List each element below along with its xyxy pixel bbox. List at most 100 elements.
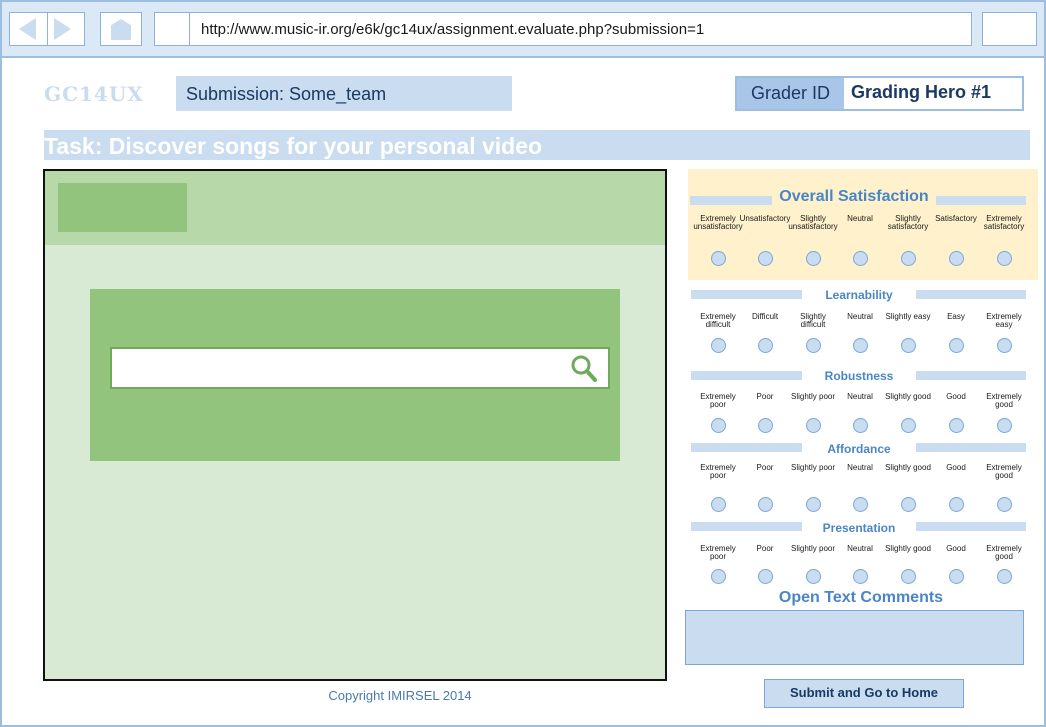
rating-radio[interactable] xyxy=(901,569,916,584)
rating-radio[interactable] xyxy=(997,569,1012,584)
rating-radio[interactable] xyxy=(901,497,916,512)
submission-title: Submission: Some_team xyxy=(186,84,387,104)
grader-id-label: Grader ID xyxy=(737,78,844,109)
search-icon[interactable] xyxy=(570,354,598,384)
rating-radio[interactable] xyxy=(853,251,868,266)
rating-radio[interactable] xyxy=(758,497,773,512)
section-rule-left xyxy=(691,522,802,531)
mock-search-area xyxy=(90,289,620,461)
rating-radio[interactable] xyxy=(901,251,916,266)
rating-radio[interactable] xyxy=(949,497,964,512)
system-under-test-panel xyxy=(43,169,667,681)
section-title: Presentation xyxy=(822,521,896,535)
mock-search-input[interactable] xyxy=(110,347,610,389)
rating-radio[interactable] xyxy=(806,569,821,584)
section-rule-right xyxy=(916,443,1026,452)
rating-option-label: Poor xyxy=(756,544,774,553)
rating-option-label: Slightly good xyxy=(885,463,931,472)
rating-radio[interactable] xyxy=(711,497,726,512)
rating-radio[interactable] xyxy=(949,251,964,266)
rating-option-label: Slightly unsatisfactory xyxy=(788,214,838,232)
rating-option-label: Extremely difficult xyxy=(700,312,736,330)
rating-option-label: Slightly difficult xyxy=(800,312,826,330)
rating-radio[interactable] xyxy=(901,418,916,433)
rating-radio[interactable] xyxy=(949,338,964,353)
rating-option-label: Neutral xyxy=(847,312,873,321)
grader-id-box: Grader ID Grading Hero #1 xyxy=(735,76,1024,111)
mock-header xyxy=(45,171,665,245)
rating-option-label: Extremely poor xyxy=(700,544,736,562)
rating-radio[interactable] xyxy=(758,418,773,433)
address-bar[interactable]: http://www.music-ir.org/e6k/gc14ux/assig… xyxy=(154,12,972,46)
submission-banner: Submission: Some_team xyxy=(176,76,512,111)
rating-radio[interactable] xyxy=(758,338,773,353)
browser-menu-button[interactable] xyxy=(982,12,1037,46)
rating-option-label: Good xyxy=(946,463,966,472)
nav-divider xyxy=(47,13,48,45)
rating-option-label: Neutral xyxy=(847,392,873,401)
rating-radio[interactable] xyxy=(853,497,868,512)
home-icon xyxy=(111,19,131,40)
rating-radio[interactable] xyxy=(806,251,821,266)
rating-radio[interactable] xyxy=(997,418,1012,433)
rating-radio[interactable] xyxy=(758,251,773,266)
rating-option-label: Slightly poor xyxy=(790,544,836,553)
rating-radio[interactable] xyxy=(806,418,821,433)
rating-radio[interactable] xyxy=(853,569,868,584)
home-button[interactable] xyxy=(100,12,142,46)
rating-option-label: Extremely good xyxy=(986,392,1022,410)
section-title: Overall Satisfaction xyxy=(779,188,929,205)
forward-arrow-icon[interactable] xyxy=(54,18,71,40)
browser-window: http://www.music-ir.org/e6k/gc14ux/assig… xyxy=(0,0,1046,727)
section-title: Learnability xyxy=(825,288,893,302)
rating-radio[interactable] xyxy=(949,569,964,584)
rating-radio[interactable] xyxy=(806,497,821,512)
rating-option-label: Slightly poor xyxy=(790,463,836,472)
task-title: Task: Discover songs for your personal v… xyxy=(44,133,543,159)
rating-radio[interactable] xyxy=(901,338,916,353)
rating-option-label: Extremely poor xyxy=(700,392,736,410)
submit-button[interactable]: Submit and Go to Home xyxy=(764,679,964,708)
rating-radio[interactable] xyxy=(853,338,868,353)
rating-radio[interactable] xyxy=(711,338,726,353)
task-banner: Task: Discover songs for your personal v… xyxy=(44,130,1030,160)
section-rule-left xyxy=(690,196,772,205)
rating-radio[interactable] xyxy=(711,418,726,433)
rating-option-label: Poor xyxy=(756,392,774,401)
section-rule-right xyxy=(936,196,1026,205)
comments-textarea[interactable] xyxy=(685,610,1024,665)
rating-radio[interactable] xyxy=(806,338,821,353)
rating-option-label: Extremely good xyxy=(986,544,1022,562)
rating-option-label: Difficult xyxy=(751,312,779,321)
rating-option-label: Slightly poor xyxy=(790,392,836,401)
grader-id-value: Grading Hero #1 xyxy=(851,82,992,102)
back-arrow-icon[interactable] xyxy=(19,18,36,40)
rating-radio[interactable] xyxy=(711,569,726,584)
rating-radio[interactable] xyxy=(997,251,1012,266)
section-rule-right xyxy=(916,290,1026,299)
rating-radio[interactable] xyxy=(853,418,868,433)
rating-option-label: Good xyxy=(946,392,966,401)
rating-radio[interactable] xyxy=(997,338,1012,353)
copyright-text: Copyright IMIRSEL 2014 xyxy=(328,688,472,703)
url-text[interactable]: http://www.music-ir.org/e6k/gc14ux/assig… xyxy=(201,21,704,38)
rating-radio[interactable] xyxy=(997,497,1012,512)
rating-option-label: Satisfactory xyxy=(935,214,977,223)
rating-option-label: Slightly satisfactory xyxy=(887,214,929,232)
rating-radio[interactable] xyxy=(711,251,726,266)
comments-title: Open Text Comments xyxy=(778,589,944,606)
rating-option-label: Poor xyxy=(756,463,774,472)
rating-option-label: Extremely unsatisfactory xyxy=(693,214,743,232)
section-rule-left xyxy=(691,443,802,452)
section-title: Robustness xyxy=(824,369,894,383)
rating-radio[interactable] xyxy=(949,418,964,433)
rating-option-label: Slightly good xyxy=(885,392,931,401)
section-rule-left xyxy=(691,290,802,299)
mock-logo xyxy=(58,183,187,232)
rating-option-label: Extremely satisfactory xyxy=(983,214,1025,232)
section-rule-right xyxy=(916,522,1026,531)
rating-radio[interactable] xyxy=(758,569,773,584)
nav-buttons xyxy=(9,12,85,46)
rating-option-label: Extremely good xyxy=(986,463,1022,481)
rating-option-label: Good xyxy=(946,544,966,553)
